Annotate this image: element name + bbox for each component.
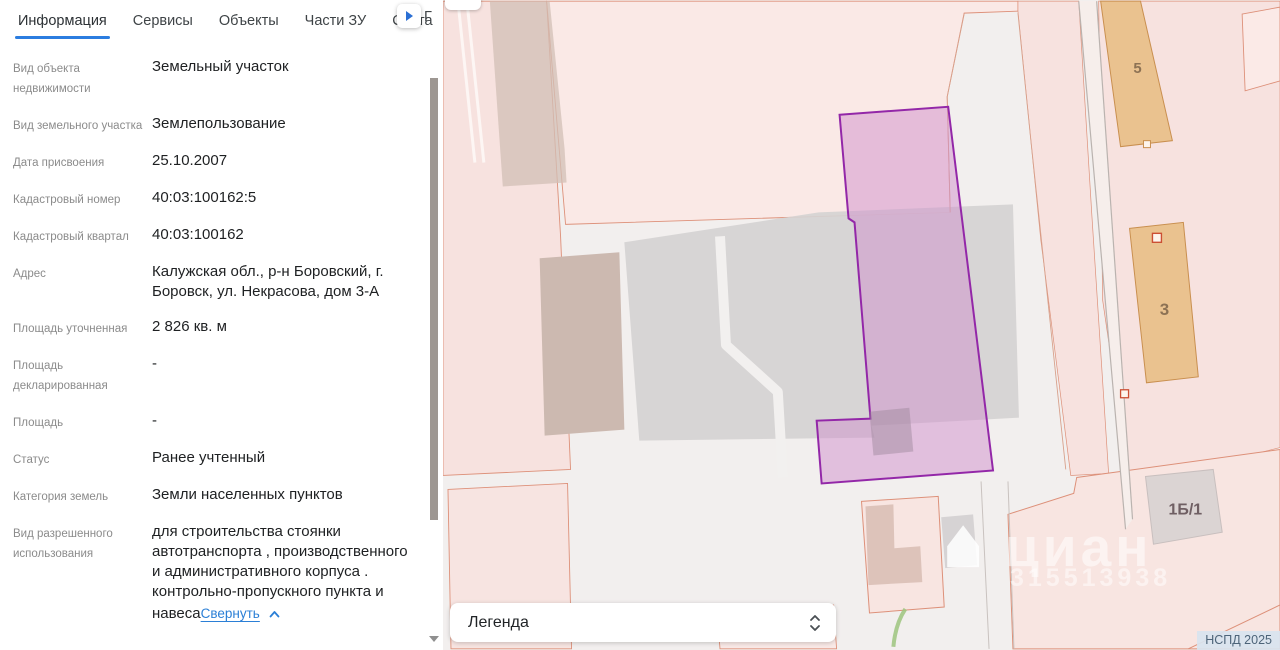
field-row: Кадастровый номер40:03:100162:5 xyxy=(13,187,415,210)
field-label: Кадастровый квартал xyxy=(13,224,152,247)
tab-3[interactable]: Объекты xyxy=(219,2,279,41)
map-attribution: НСПД 2025 xyxy=(1197,631,1280,650)
app-window: ИнформацияСервисыОбъектыЧасти ЗУСоста Г … xyxy=(0,0,1280,650)
field-row: СтатусРанее учтенный xyxy=(13,447,415,470)
tab-1[interactable]: Информация xyxy=(18,2,107,41)
field-label: Вид разрешенного использования xyxy=(13,521,152,624)
tab-2[interactable]: Сервисы xyxy=(133,2,193,41)
info-panel: ИнформацияСервисыОбъектыЧасти ЗУСоста Г … xyxy=(0,0,443,650)
scrollbar-thumb[interactable] xyxy=(430,78,438,520)
parcel-pink-top-right[interactable] xyxy=(1242,7,1280,91)
panel-scrollbar[interactable] xyxy=(429,0,439,650)
field-row: Кадастровый квартал40:03:100162 xyxy=(13,224,415,247)
field-row: Вид земельного участкаЗемлепользование xyxy=(13,113,415,136)
collapse-link[interactable]: Свернуть xyxy=(201,604,280,624)
field-label: Адрес xyxy=(13,261,152,302)
field-value: Калужская обл., р-н Боровский, г. Боровс… xyxy=(152,261,415,302)
expand-collapse-icon[interactable] xyxy=(808,613,822,633)
legend-label: Легенда xyxy=(468,614,808,632)
field-label: Вид земельного участка xyxy=(13,113,152,136)
field-row: Категория земельЗемли населенных пунктов xyxy=(13,484,415,507)
field-label: Статус xyxy=(13,447,152,470)
field-value: 40:03:100162:5 xyxy=(152,187,415,210)
field-value: 25.10.2007 xyxy=(152,150,415,173)
building-inside-selected-parcel[interactable] xyxy=(869,408,913,456)
field-value: Земли населенных пунктов xyxy=(152,484,415,507)
field-row: Дата присвоения25.10.2007 xyxy=(13,150,415,173)
field-row: Вид разрешенного использованиядля строит… xyxy=(13,521,415,624)
building-3-marker xyxy=(1152,233,1161,242)
building-3-label: 3 xyxy=(1160,300,1169,319)
field-label: Категория земель xyxy=(13,484,152,507)
field-row: Площадь декларированная- xyxy=(13,353,415,396)
field-label: Площадь декларированная xyxy=(13,353,152,396)
field-label: Вид объекта недвижимости xyxy=(13,56,152,99)
field-value: 2 826 кв. м xyxy=(152,316,415,339)
scrollbar-down-arrow-icon[interactable] xyxy=(429,636,439,642)
field-label: Дата присвоения xyxy=(13,150,152,173)
field-value: для строительства стоянки автотранспорта… xyxy=(152,521,415,624)
field-row: АдресКалужская обл., р-н Боровский, г. Б… xyxy=(13,261,415,302)
field-value: - xyxy=(152,410,415,433)
field-row: Вид объекта недвижимостиЗемельный участо… xyxy=(13,56,415,99)
field-value: Ранее учтенный xyxy=(152,447,415,470)
tab-4[interactable]: Части ЗУ xyxy=(305,2,367,41)
building-5-label: 5 xyxy=(1133,60,1141,77)
collapse-link-text[interactable]: Свернуть xyxy=(201,604,260,624)
map-svg[interactable]: 5 3 1Б/1 xyxy=(443,0,1280,650)
chevron-right-icon xyxy=(406,11,413,21)
map-control-button-clipped[interactable] xyxy=(445,0,481,10)
building-1b-1-label: 1Б/1 xyxy=(1169,501,1203,518)
field-value: 40:03:100162 xyxy=(152,224,415,247)
tab-bar: ИнформацияСервисыОбъектыЧасти ЗУСоста xyxy=(0,0,443,42)
map-canvas[interactable]: 5 3 1Б/1 циан 315513938 Легенда НСПД 202… xyxy=(443,0,1280,650)
field-value: - xyxy=(152,353,415,396)
field-label: Кадастровый номер xyxy=(13,187,152,210)
field-value: Землепользование xyxy=(152,113,415,136)
chevron-up-icon xyxy=(269,610,280,618)
field-row: Площадь- xyxy=(13,410,415,433)
tabs-scroll-next-button[interactable] xyxy=(397,4,421,28)
field-label: Площадь уточненная xyxy=(13,316,152,339)
building-5-annex xyxy=(1143,141,1150,148)
road-marker-square xyxy=(1121,390,1129,398)
legend-bar[interactable]: Легенда xyxy=(450,603,836,642)
building-brown-large[interactable] xyxy=(540,252,625,435)
field-value: Земельный участок xyxy=(152,56,415,99)
field-list: Вид объекта недвижимостиЗемельный участо… xyxy=(13,56,415,638)
field-row: Площадь уточненная2 826 кв. м xyxy=(13,316,415,339)
field-label: Площадь xyxy=(13,410,152,433)
